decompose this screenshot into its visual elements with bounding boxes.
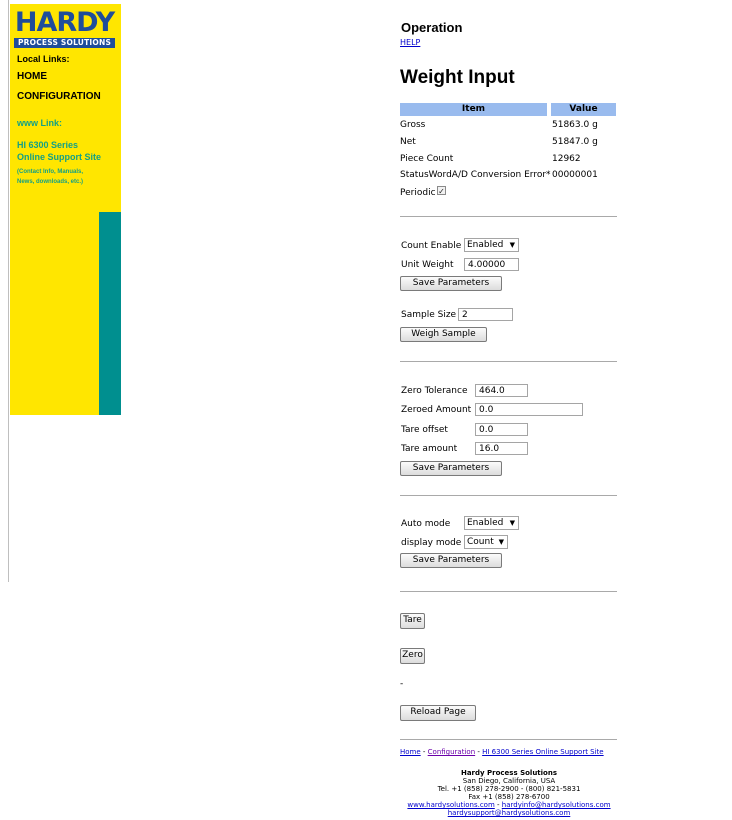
row-value: 00000001 bbox=[552, 170, 598, 180]
sample-size-label: Sample Size bbox=[401, 310, 457, 320]
divider bbox=[400, 739, 617, 740]
divider bbox=[400, 591, 617, 592]
row-value: 51847.0 g bbox=[552, 137, 598, 147]
reload-page-button[interactable]: Reload Page bbox=[400, 705, 476, 721]
dropdown-arrow-icon: ▼ bbox=[509, 241, 515, 249]
unit-weight-input[interactable]: 4.00000 bbox=[464, 258, 519, 271]
zero-tolerance-input[interactable]: 464.0 bbox=[475, 384, 528, 397]
table-row: Net 51847.0 g bbox=[400, 135, 616, 149]
display-mode-select[interactable]: Count ▼ bbox=[464, 535, 508, 549]
tare-amount-label: Tare amount bbox=[401, 444, 458, 454]
divider bbox=[400, 495, 617, 496]
count-enable-value: Enabled bbox=[467, 240, 504, 250]
save-parameters-button[interactable]: Save Parameters bbox=[400, 461, 502, 476]
table-row: Gross 51863.0 g bbox=[400, 118, 616, 132]
footer-links: Home - Configuration - HI 6300 Series On… bbox=[400, 748, 604, 756]
company-city: San Diego, California, USA bbox=[462, 777, 556, 785]
auto-mode-value: Enabled bbox=[467, 518, 504, 528]
row-value: 12962 bbox=[552, 154, 581, 164]
support-note-line2: News, downloads, etc.) bbox=[17, 179, 84, 185]
info-email-link[interactable]: hardyinfo@hardysolutions.com bbox=[502, 801, 611, 809]
local-links-label: Local Links: bbox=[17, 54, 70, 64]
support-site-line1: HI 6300 Series bbox=[17, 140, 79, 150]
display-mode-label: display mode bbox=[401, 538, 462, 548]
row-item: StatusWordA/D Conversion Error* bbox=[400, 170, 551, 180]
zeroed-amount-label: Zeroed Amount bbox=[401, 405, 472, 415]
support-email-link[interactable]: hardysupport@hardysolutions.com bbox=[448, 809, 571, 817]
dropdown-arrow-icon: ▼ bbox=[498, 538, 504, 546]
sample-size-input[interactable]: 2 bbox=[458, 308, 513, 321]
support-note-line1: (Contact Info, Manuals, bbox=[17, 169, 83, 175]
row-item: Piece Count bbox=[400, 154, 454, 164]
row-item: Net bbox=[400, 137, 416, 147]
row-item: Gross bbox=[400, 120, 426, 130]
table-row: StatusWordA/D Conversion Error* 00000001 bbox=[400, 168, 616, 182]
auto-mode-select[interactable]: Enabled ▼ bbox=[464, 516, 519, 530]
zeroed-amount-input[interactable]: 0.0 bbox=[475, 403, 583, 416]
periodic-checkbox[interactable]: ✓ bbox=[437, 186, 446, 196]
help-link[interactable]: HELP bbox=[400, 38, 420, 47]
www-link-label: www Link: bbox=[17, 118, 62, 128]
footer-sep: - bbox=[420, 748, 428, 756]
dropdown-arrow-icon: ▼ bbox=[509, 519, 515, 527]
left-border-line bbox=[8, 0, 9, 582]
zero-button[interactable]: Zero bbox=[400, 648, 425, 664]
count-enable-select[interactable]: Enabled ▼ bbox=[464, 238, 519, 252]
company-tel: Tel. +1 (858) 278-2900 - (800) 821-5831 bbox=[437, 785, 581, 793]
divider bbox=[400, 361, 617, 362]
periodic-label: Periodic bbox=[400, 188, 436, 198]
footer-sep: - bbox=[494, 801, 502, 809]
tare-offset-input[interactable]: 0.0 bbox=[475, 423, 528, 436]
weigh-sample-button[interactable]: Weigh Sample bbox=[400, 327, 487, 342]
section-title: Operation bbox=[401, 20, 463, 35]
save-parameters-button[interactable]: Save Parameters bbox=[400, 276, 502, 291]
company-web-line: www.hardysolutions.com - hardyinfo@hardy… bbox=[400, 801, 618, 809]
unit-weight-label: Unit Weight bbox=[401, 260, 454, 270]
count-enable-label: Count Enable bbox=[401, 241, 462, 251]
column-header-item: Item bbox=[400, 103, 547, 116]
support-site-link[interactable]: HI 6300 Series Online Support Site bbox=[17, 139, 101, 163]
sidebar-accent-bar bbox=[99, 212, 121, 415]
table-row: Piece Count 12962 bbox=[400, 152, 616, 166]
tare-offset-label: Tare offset bbox=[401, 425, 448, 435]
hardy-logo[interactable]: HARDY PROCESS SOLUTIONS bbox=[14, 8, 115, 49]
tare-button[interactable]: Tare bbox=[400, 613, 425, 629]
auto-mode-label: Auto mode bbox=[401, 519, 451, 529]
column-header-value: Value bbox=[551, 103, 616, 116]
status-dash: - bbox=[400, 679, 404, 689]
company-website-link[interactable]: www.hardysolutions.com bbox=[407, 801, 494, 809]
logo-subtext: PROCESS SOLUTIONS bbox=[14, 38, 115, 48]
company-address: Hardy Process Solutions San Diego, Calif… bbox=[400, 769, 618, 817]
company-fax: Fax +1 (858) 278-6700 bbox=[468, 793, 550, 801]
sidebar-link-home[interactable]: HOME bbox=[17, 71, 47, 82]
logo-text: HARDY bbox=[14, 7, 115, 38]
footer-link-support-site[interactable]: HI 6300 Series Online Support Site bbox=[482, 748, 604, 756]
divider bbox=[400, 216, 617, 217]
footer-link-configuration[interactable]: Configuration bbox=[428, 748, 475, 756]
sidebar-link-configuration[interactable]: CONFIGURATION bbox=[17, 91, 101, 102]
save-parameters-button[interactable]: Save Parameters bbox=[400, 553, 502, 568]
tare-amount-input[interactable]: 16.0 bbox=[475, 442, 528, 455]
support-site-line2: Online Support Site bbox=[17, 152, 102, 162]
support-site-note: (Contact Info, Manuals, News, downloads,… bbox=[17, 167, 83, 187]
zero-tolerance-label: Zero Tolerance bbox=[401, 386, 468, 396]
table-header: Item Value bbox=[400, 103, 616, 116]
row-value: 51863.0 g bbox=[552, 120, 598, 130]
footer-link-home[interactable]: Home bbox=[400, 748, 421, 756]
display-mode-value: Count bbox=[467, 537, 494, 547]
company-name: Hardy Process Solutions bbox=[460, 769, 558, 777]
page-title: Weight Input bbox=[400, 67, 515, 88]
